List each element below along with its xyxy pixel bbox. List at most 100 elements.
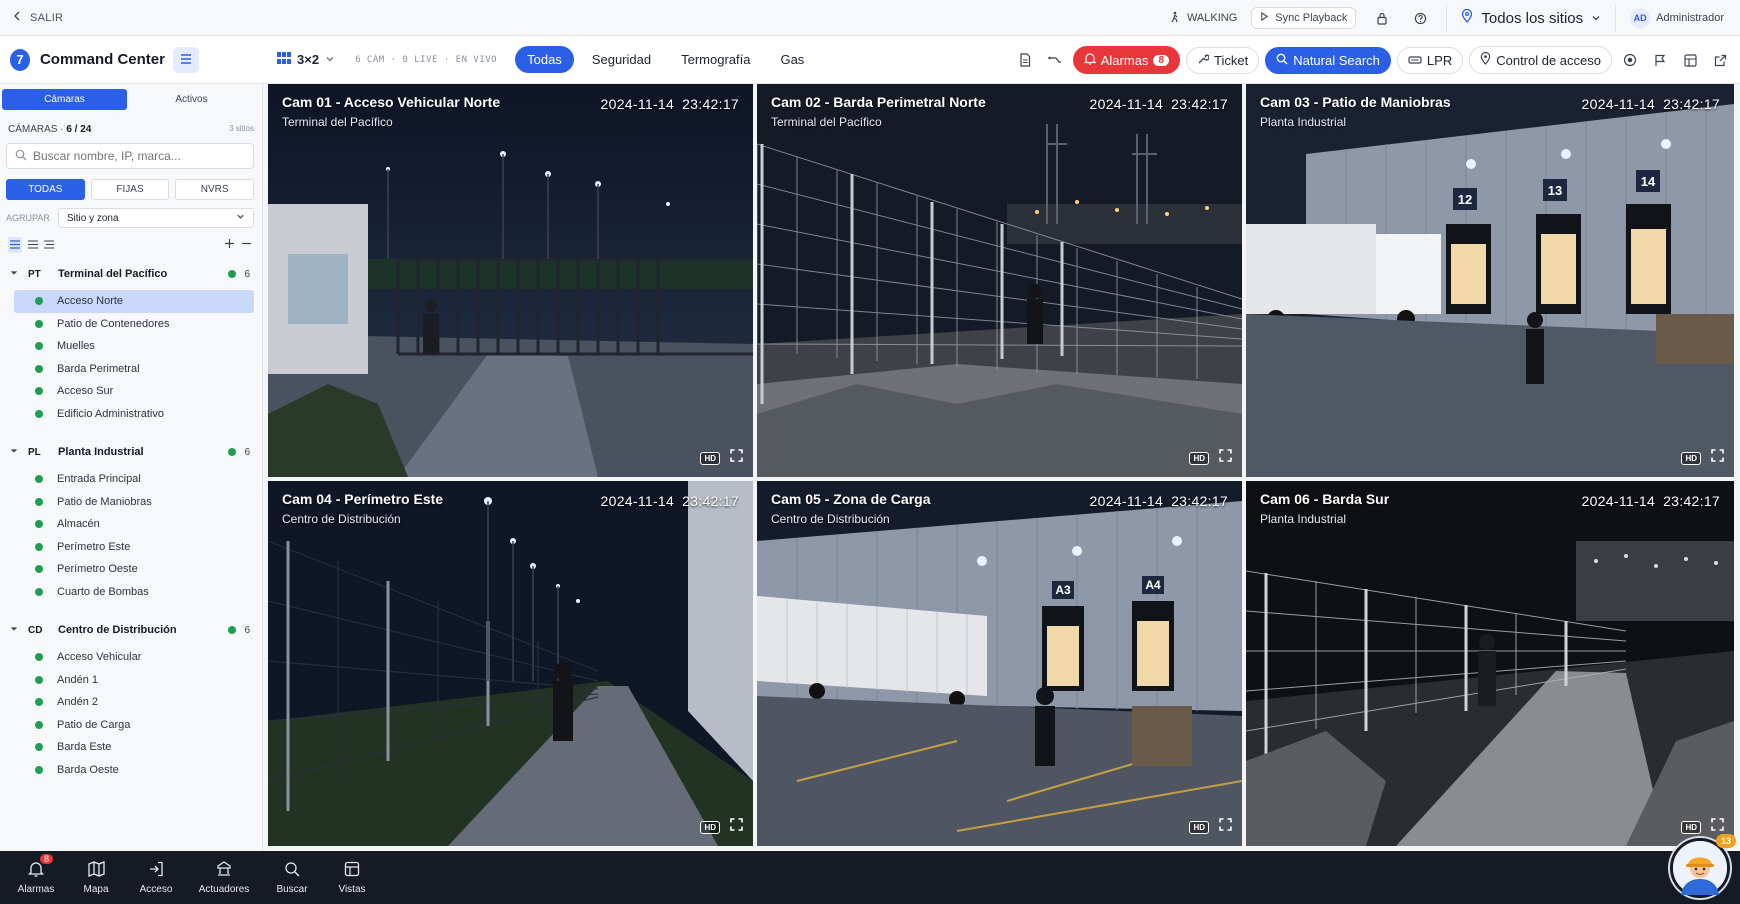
lpr-button[interactable]: LPR — [1396, 46, 1464, 74]
tab-termografia[interactable]: Termografía — [669, 46, 762, 73]
expand-all-icon[interactable] — [224, 238, 235, 252]
hd-badge[interactable]: HD — [1189, 820, 1209, 834]
detail-list-icon[interactable] — [44, 238, 54, 252]
hd-badge[interactable]: HD — [1681, 820, 1701, 834]
nav-mapa[interactable]: Mapa — [66, 860, 126, 895]
tab-camaras[interactable]: Cámaras — [2, 89, 127, 110]
fullscreen-icon[interactable] — [1219, 818, 1232, 836]
layout-panel-icon[interactable] — [1678, 48, 1702, 72]
lock-icon[interactable] — [1370, 6, 1394, 30]
list-item[interactable]: Barda Oeste — [14, 759, 254, 782]
nav-buscar[interactable]: Buscar — [262, 861, 322, 895]
list-item[interactable]: Perímetro Oeste — [14, 558, 254, 581]
collapse-all-icon[interactable] — [241, 238, 252, 252]
filter-fijas[interactable]: FIJAS — [90, 179, 170, 200]
alarms-button[interactable]: Alarmas 8 — [1072, 46, 1180, 74]
chevron-down-icon — [236, 212, 245, 224]
camera-search[interactable] — [6, 143, 254, 169]
location-pin-icon — [1480, 51, 1491, 68]
tab-todas[interactable]: Todas — [515, 46, 574, 73]
access-control-button[interactable]: Control de acceso — [1469, 46, 1612, 74]
walking-indicator[interactable]: WALKING — [1169, 11, 1237, 26]
list-item[interactable]: Patio de Carga — [14, 714, 254, 737]
layout-selector[interactable]: 3×2 — [277, 52, 335, 67]
camera-feed-image — [268, 481, 753, 846]
exit-button[interactable]: SALIR — [0, 11, 63, 24]
hd-badge[interactable]: HD — [700, 451, 720, 465]
fullscreen-icon[interactable] — [1219, 449, 1232, 467]
list-item[interactable]: Andén 2 — [14, 691, 254, 714]
group-by-label: AGRUPAR — [6, 213, 50, 223]
tab-gas[interactable]: Gas — [768, 46, 816, 73]
alarm-badge: 8 — [40, 854, 54, 864]
sync-playback-button[interactable]: Sync Playback — [1251, 7, 1357, 29]
camera-timestamp: 2024-11-14 23:42:17 — [593, 493, 739, 509]
login-icon — [148, 861, 164, 880]
target-icon[interactable] — [1618, 48, 1642, 72]
group-by-select[interactable]: Sitio y zona — [57, 208, 254, 228]
user-avatar: AD — [1630, 8, 1651, 28]
brand-logo: 7 — [10, 48, 30, 71]
nav-acceso[interactable]: Acceso — [126, 861, 186, 895]
nav-label: Vistas — [338, 883, 366, 895]
list-item[interactable]: Perímetro Este — [14, 536, 254, 559]
list-item[interactable]: Almacén — [14, 513, 254, 536]
fullscreen-icon[interactable] — [730, 449, 743, 467]
nav-vistas[interactable]: Vistas — [322, 861, 382, 895]
user-menu[interactable]: AD Administrador — [1630, 8, 1724, 28]
list-item[interactable]: Acceso Vehicular — [14, 646, 254, 669]
list-item[interactable]: Barda Este — [14, 736, 254, 759]
document-icon[interactable] — [1013, 48, 1037, 72]
filter-todas[interactable]: TODAS — [6, 179, 85, 200]
camera-title: Cam 01 - Acceso Vehicular Norte — [282, 94, 501, 110]
list-item[interactable]: Patio de Contenedores — [14, 313, 254, 336]
camera-tile[interactable]: Cam 06 - Barda Sur Planta Industrial 202… — [1246, 481, 1734, 846]
hd-badge[interactable]: HD — [1189, 451, 1209, 465]
natural-search-button[interactable]: Natural Search — [1265, 46, 1391, 74]
list-item[interactable]: Andén 1 — [14, 669, 254, 692]
fullscreen-icon[interactable] — [1711, 449, 1724, 467]
list-item[interactable]: Cuarto de Bombas — [14, 581, 254, 604]
alarms-label: Alarmas — [1100, 52, 1149, 68]
dock-number: A3 — [1055, 583, 1071, 597]
fullscreen-icon[interactable] — [730, 818, 743, 836]
list-item[interactable]: Muelles — [14, 335, 254, 358]
camera-tile[interactable]: Cam 01 - Acceso Vehicular Norte Terminal… — [268, 84, 753, 477]
site-header[interactable]: CD Centro de Distribución 6 — [0, 619, 262, 641]
view-mode-row — [8, 237, 252, 253]
chevron-down-icon — [325, 52, 335, 67]
help-icon[interactable] — [1408, 6, 1432, 30]
camera-time: 23:42:17 — [1171, 96, 1228, 112]
list-view-icon[interactable] — [8, 237, 22, 253]
site-header[interactable]: PL Planta Industrial 6 — [0, 441, 262, 463]
list-item[interactable]: Acceso Norte — [14, 290, 254, 313]
nav-alarmas[interactable]: 8 Alarmas — [6, 854, 66, 895]
camera-tile[interactable]: 12 13 14 Cam 03 - Patio de Maniobras Pla… — [1246, 84, 1734, 477]
hd-badge[interactable]: HD — [1681, 451, 1701, 465]
flag-icon[interactable] — [1648, 48, 1672, 72]
ticket-button[interactable]: Ticket — [1186, 46, 1260, 74]
chevron-down-icon — [10, 624, 18, 636]
site-selector[interactable]: Todos los sitios — [1446, 4, 1617, 32]
tab-seguridad[interactable]: Seguridad — [580, 46, 663, 73]
nav-actuadores[interactable]: Actuadores — [186, 860, 262, 895]
camera-tile[interactable]: Cam 04 - Perímetro Este Centro de Distri… — [268, 481, 753, 846]
camera-time: 23:42:17 — [682, 96, 739, 112]
list-item[interactable]: Entrada Principal — [14, 468, 254, 491]
camera-search-input[interactable] — [33, 149, 233, 163]
list-item[interactable]: Barda Perimetral — [14, 358, 254, 381]
hd-badge[interactable]: HD — [700, 820, 720, 834]
tab-activos[interactable]: Activos — [129, 89, 254, 110]
list-item[interactable]: Edificio Administrativo — [14, 403, 254, 426]
site-header[interactable]: PT Terminal del Pacífico 6 — [0, 263, 262, 285]
camera-tile[interactable]: A3 A4 Cam 05 - Zona de Carga Centro de D… — [757, 481, 1242, 846]
compact-list-icon[interactable] — [28, 238, 38, 252]
list-item[interactable]: Patio de Maniobras — [14, 491, 254, 514]
menu-toggle-button[interactable] — [173, 46, 199, 73]
route-icon[interactable] — [1043, 48, 1067, 72]
list-item[interactable]: Acceso Sur — [14, 380, 254, 403]
wrench-icon — [1197, 53, 1210, 68]
external-link-icon[interactable] — [1708, 48, 1732, 72]
camera-tile[interactable]: Cam 02 - Barda Perimetral Norte Terminal… — [757, 84, 1242, 477]
filter-nvrs[interactable]: NVRS — [175, 179, 255, 200]
